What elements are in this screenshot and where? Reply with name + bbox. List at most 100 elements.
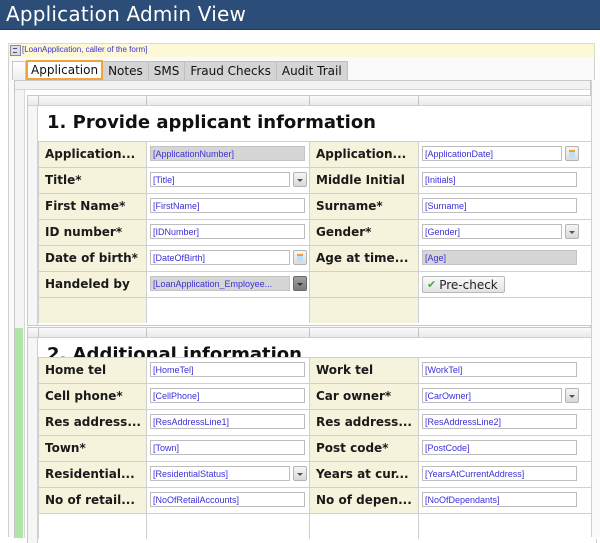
resaddressline1-input[interactable]: [ResAddressLine1] bbox=[150, 414, 305, 429]
field-input-cell: [WorkTel] bbox=[418, 358, 597, 383]
field-input-cell: [ResidentialStatus] bbox=[146, 462, 310, 487]
section-additional-information: 2. Additional information Home tel [HomeT… bbox=[27, 327, 597, 543]
field-label: Res address... bbox=[316, 415, 412, 429]
field-label-cell: Age at time... bbox=[309, 246, 419, 271]
surname-input[interactable]: [Surname] bbox=[422, 198, 577, 213]
field-input-cell: [Town] bbox=[146, 436, 310, 461]
empty-cell bbox=[418, 514, 597, 539]
field-label-cell: Application... bbox=[309, 142, 419, 167]
field-label-cell: Work tel bbox=[309, 358, 419, 383]
tab-notes[interactable]: Notes bbox=[103, 61, 149, 81]
pre-check-button[interactable]: ✔ Pre-check bbox=[422, 276, 505, 293]
yearsatcurrentaddress-input[interactable]: [YearsAtCurrentAddress] bbox=[422, 466, 577, 481]
column-ruler bbox=[28, 96, 596, 106]
field-label: Work tel bbox=[316, 363, 374, 377]
field-label-cell: No of depen... bbox=[309, 488, 419, 513]
tab-fraud-checks[interactable]: Fraud Checks bbox=[185, 61, 277, 81]
field-input-cell: [Surname] bbox=[418, 194, 597, 219]
form-row: Cell phone* [CellPhone] Car owner* [CarOwne… bbox=[38, 383, 597, 409]
field-input-cell: [ResAddressLine2] bbox=[418, 410, 597, 435]
calendar-icon[interactable] bbox=[565, 146, 579, 161]
chevron-down-icon[interactable] bbox=[293, 276, 307, 291]
age-readonly-field: [Age] bbox=[422, 250, 577, 265]
caller-bar[interactable]: [LoanApplication, caller of the form] bbox=[8, 43, 595, 58]
field-label: Car owner* bbox=[316, 389, 392, 403]
field-label-cell: ID number* bbox=[38, 220, 147, 245]
resaddressline2-input[interactable]: [ResAddressLine2] bbox=[422, 414, 577, 429]
field-input-cell: [Age] bbox=[418, 246, 597, 271]
empty-cell bbox=[38, 514, 147, 539]
form-row: Res address... [ResAddressLine1] Res addre… bbox=[38, 409, 597, 435]
field-label: Date of birth* bbox=[45, 251, 138, 265]
carowner-select[interactable]: [CarOwner] bbox=[422, 388, 562, 403]
tab-strip-start bbox=[12, 61, 26, 80]
chevron-down-icon[interactable] bbox=[565, 224, 579, 239]
tab-panel-application: 1. Provide applicant information Applica… bbox=[14, 80, 597, 543]
idnumber-input[interactable]: [IDNumber] bbox=[150, 224, 305, 239]
tab-audit-trail[interactable]: Audit Trail bbox=[276, 61, 348, 81]
field-input-cell: [YearsAtCurrentAddress] bbox=[418, 462, 597, 487]
field-input-cell: [DateOfBirth] bbox=[146, 246, 310, 271]
field-label-cell: First Name* bbox=[38, 194, 147, 219]
section-selected-indicator bbox=[15, 328, 23, 538]
field-label: Application... bbox=[45, 147, 136, 161]
field-label: Middle Initial bbox=[316, 173, 405, 187]
form-row: ID number* [IDNumber] Gender* [Gender] bbox=[38, 219, 597, 245]
residentialstatus-select[interactable]: [ResidentialStatus] bbox=[150, 466, 290, 481]
chevron-down-icon[interactable] bbox=[293, 172, 307, 187]
empty-cell bbox=[146, 514, 310, 539]
noofdependants-input[interactable]: [NoOfDependants] bbox=[422, 492, 577, 507]
postcode-input[interactable]: [PostCode] bbox=[422, 440, 577, 455]
worktel-input[interactable]: [WorkTel] bbox=[422, 362, 577, 377]
column-ruler bbox=[28, 328, 596, 338]
field-input-cell: [FirstName] bbox=[146, 194, 310, 219]
page-title: Application Admin View bbox=[6, 2, 247, 26]
field-label-cell: Years at cur... bbox=[309, 462, 419, 487]
field-label: ID number* bbox=[45, 225, 123, 239]
field-label: First Name* bbox=[45, 199, 126, 213]
title-select[interactable]: [Title] bbox=[150, 172, 290, 187]
field-input-cell: [Gender] bbox=[418, 220, 597, 245]
field-input-cell: ✔ Pre-check bbox=[418, 272, 597, 297]
field-label: No of retail... bbox=[45, 493, 135, 507]
field-input-cell: [PostCode] bbox=[418, 436, 597, 461]
field-label: Years at cur... bbox=[316, 467, 409, 481]
field-label-cell: Surname* bbox=[309, 194, 419, 219]
field-label: Cell phone* bbox=[45, 389, 123, 403]
field-input-cell: [HomeTel] bbox=[146, 358, 310, 383]
caller-link[interactable]: [LoanApplication, caller of the form] bbox=[22, 44, 147, 56]
noofretailaccounts-input[interactable]: [NoOfRetailAccounts] bbox=[150, 492, 305, 507]
chevron-down-icon[interactable] bbox=[565, 388, 579, 403]
gender-select[interactable]: [Gender] bbox=[422, 224, 562, 239]
field-label-cell bbox=[309, 272, 419, 297]
empty-row bbox=[38, 513, 597, 539]
field-input-cell: [IDNumber] bbox=[146, 220, 310, 245]
field-label-cell: Town* bbox=[38, 436, 147, 461]
field-label-cell: Home tel bbox=[38, 358, 147, 383]
applicationnumber-readonly-field: [ApplicationNumber] bbox=[150, 146, 305, 161]
field-input-cell: [NoOfDependants] bbox=[418, 488, 597, 513]
empty-cell bbox=[146, 298, 310, 323]
field-label: Residential... bbox=[45, 467, 135, 481]
firstname-input[interactable]: [FirstName] bbox=[150, 198, 305, 213]
initials-input[interactable]: [Initials] bbox=[422, 172, 577, 187]
town-input[interactable]: [Town] bbox=[150, 440, 305, 455]
hometel-input[interactable]: [HomeTel] bbox=[150, 362, 305, 377]
field-label-cell: Date of birth* bbox=[38, 246, 147, 271]
vertical-scrollbar[interactable] bbox=[591, 80, 600, 537]
cellphone-input[interactable]: [CellPhone] bbox=[150, 388, 305, 403]
loanapplication-employee-select[interactable]: [LoanApplication_Employee... bbox=[150, 276, 290, 291]
field-label-cell: Res address... bbox=[309, 410, 419, 435]
applicationdate-date-input[interactable]: [ApplicationDate] bbox=[422, 146, 562, 161]
chevron-down-icon[interactable] bbox=[293, 466, 307, 481]
field-label: Gender* bbox=[316, 225, 372, 239]
panel-header-strip bbox=[15, 81, 590, 90]
tab-application[interactable]: Application bbox=[26, 60, 104, 80]
field-label-cell: Title* bbox=[38, 168, 147, 193]
field-input-cell: [ResAddressLine1] bbox=[146, 410, 310, 435]
empty-cell bbox=[418, 298, 597, 323]
calendar-icon[interactable] bbox=[293, 250, 307, 265]
tab-sms[interactable]: SMS bbox=[148, 61, 186, 81]
dateofbirth-date-input[interactable]: [DateOfBirth] bbox=[150, 250, 290, 265]
empty-cell bbox=[309, 514, 419, 539]
